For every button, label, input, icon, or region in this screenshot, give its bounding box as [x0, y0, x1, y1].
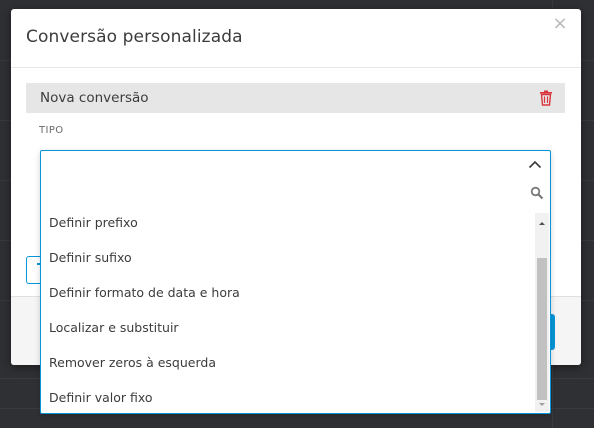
scroll-down-arrow-icon[interactable] — [535, 398, 549, 412]
options-scrollbar[interactable] — [535, 213, 549, 412]
conversion-header[interactable]: Nova conversão — [26, 83, 565, 113]
trash-icon[interactable] — [539, 90, 553, 106]
chevron-up-icon[interactable] — [528, 160, 542, 169]
search-icon — [530, 186, 544, 200]
option-item[interactable]: Definir formato de data e hora — [41, 281, 535, 316]
type-select-dropdown[interactable]: Definir prefixo Definir sufixo Definir f… — [40, 150, 551, 414]
dialog-title: Conversão personalizada — [26, 27, 243, 47]
option-item[interactable]: Definir valor fixo — [41, 386, 535, 413]
close-icon[interactable]: × — [551, 15, 569, 33]
dialog-header: Conversão personalizada × — [11, 9, 581, 68]
option-item[interactable]: Localizar e substituir — [41, 316, 535, 351]
type-select-input[interactable] — [41, 151, 550, 181]
option-item[interactable]: Remover zeros à esquerda — [41, 351, 535, 386]
scrollbar-thumb[interactable] — [537, 258, 547, 400]
type-label: TIPO — [39, 125, 64, 136]
type-options-list: Definir prefixo Definir sufixo Definir f… — [41, 211, 535, 413]
option-item[interactable]: Definir prefixo — [41, 211, 535, 246]
scroll-up-arrow-icon[interactable] — [535, 217, 549, 231]
conversion-name: Nova conversão — [40, 90, 149, 106]
type-search-field[interactable] — [41, 181, 550, 211]
option-item[interactable]: Definir sufixo — [41, 246, 535, 281]
